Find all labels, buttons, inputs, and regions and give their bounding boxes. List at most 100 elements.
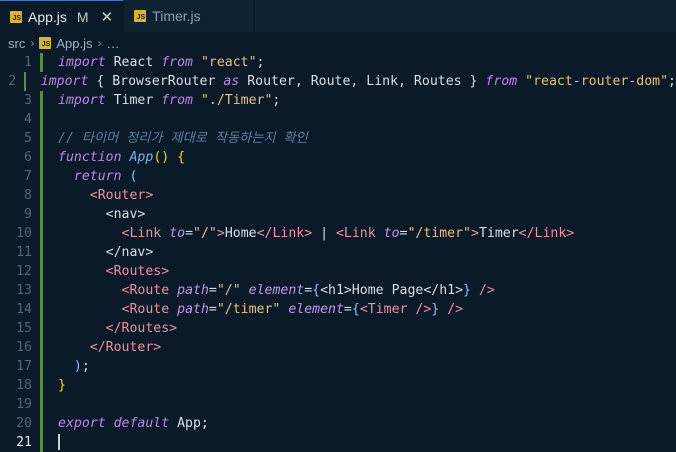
git-change-indicator [40,414,43,433]
line-number: 10 [16,226,32,241]
code-token: from [161,55,193,70]
code-token: { [312,283,321,298]
code-token: <Link [335,226,376,241]
code-text[interactable]: <Route path="/timer" element={<Timer />}… [58,300,464,319]
code-token: ( [129,169,138,184]
code-line[interactable]: 6 function App() { [0,148,676,167]
code-token: React [105,55,162,70]
code-token: Home [224,226,257,241]
git-change-indicator [24,72,26,91]
git-change-indicator [40,243,43,262]
code-text[interactable]: </nav> [58,243,154,262]
code-text[interactable]: // 타이머 정리가 제대로 작동하는지 확인 [58,129,308,148]
code-text[interactable]: <Routes> [58,262,170,281]
code-line[interactable]: 13 <Route path="/" element={<h1>Home Pag… [0,281,676,300]
code-token: = [343,302,352,317]
code-text[interactable]: function App() { [58,148,185,167]
code-token: () [153,150,170,165]
git-change-indicator [40,186,43,205]
code-text[interactable]: import React from "react"; [58,53,264,72]
code-text[interactable]: import { BrowserRouter as Router, Route,… [41,72,676,91]
code-text[interactable]: return ( [58,167,138,186]
code-token: </Router> [89,340,162,355]
code-line[interactable]: 5 // 타이머 정리가 제대로 작동하는지 확인 [0,129,676,148]
chevron-right-icon: › [30,36,35,50]
code-text[interactable]: <Route path="/" element={<h1>Home Page</… [58,281,495,300]
code-line[interactable]: 11 </nav> [0,243,676,262]
code-line[interactable]: 2 import { BrowserRouter as Router, Route… [0,72,676,91]
code-token: </Link> [256,226,313,241]
code-text[interactable]: import Timer from "./Timer"; [58,91,280,110]
code-token: export [58,416,106,431]
code-text[interactable] [58,433,60,452]
code-token: > [216,226,225,241]
line-number: 11 [16,245,32,260]
code-line[interactable]: 3 import Timer from "./Timer"; [0,91,676,110]
tab-timer-js[interactable]: JS Timer.js [124,0,256,32]
code-line[interactable]: 7 return ( [0,167,676,186]
line-number: 18 [16,378,32,393]
git-change-indicator [40,53,43,72]
line-number: 2 [8,74,17,89]
line-number: 7 [24,169,32,184]
code-token: <Route [121,302,170,317]
code-token: { [351,302,360,317]
tab-app-js[interactable]: JS App.js M ✕ [0,0,125,32]
line-number: 6 [24,150,32,165]
code-token: Timer [478,226,519,241]
code-token: from [485,74,518,89]
line-number: 19 [16,397,32,412]
git-change-indicator [40,338,43,357]
code-token: <Link [121,226,162,241]
code-line[interactable]: 10 <Link to="/">Home</Link> | <Link to="… [0,224,676,243]
code-line[interactable]: 4 [0,110,676,129]
breadcrumb-folder[interactable]: src [8,36,25,51]
code-line[interactable]: 12 <Routes> [0,262,676,281]
code-token: = [304,283,313,298]
code-text[interactable]: <Link to="/">Home</Link> | <Link to="/ti… [58,224,575,243]
breadcrumb-more[interactable]: … [106,36,119,51]
code-token: // 타이머 정리가 제대로 작동하는지 확인 [58,131,308,146]
line-number: 12 [16,264,32,279]
line-number: 3 [24,93,32,108]
code-line[interactable]: 14 <Route path="/timer" element={<Timer … [0,300,676,319]
code-line[interactable]: 21 [0,433,676,452]
line-number: 1 [24,55,32,70]
code-text[interactable]: } [58,376,66,395]
code-text[interactable]: </Router> [58,338,161,357]
code-line[interactable]: 18} [0,376,676,395]
git-change-indicator [40,376,43,395]
code-editor[interactable]: 1 import React from "react"; 2 import { Bro… [0,53,676,452]
code-line[interactable]: 19 [0,395,676,414]
code-token: App [129,150,154,165]
code-text[interactable]: </Routes> [58,319,177,338]
code-text[interactable]: ); [58,357,90,376]
close-tab-icon[interactable]: ✕ [101,8,114,26]
javascript-file-icon: JS [39,37,52,49]
code-line[interactable]: 17 ); [0,357,676,376]
code-text[interactable]: export default App; [58,414,209,433]
line-number: 8 [24,188,32,203]
code-token: ; [272,93,281,108]
git-change-indicator [40,110,43,129]
code-token: </Routes> [105,321,178,336]
code-line[interactable]: 9 <nav> [0,205,676,224]
code-line[interactable]: 15 </Routes> [0,319,676,338]
code-text[interactable]: <Router> [58,186,154,205]
code-line[interactable]: 1 import React from "react"; [0,53,676,72]
code-token: Timer [105,93,162,108]
code-line[interactable]: 20 export default App; [0,414,676,433]
code-line[interactable]: 16 </Router> [0,338,676,357]
breadcrumb-file[interactable]: App.js [56,36,92,51]
code-text[interactable]: <nav> [58,205,146,224]
code-line[interactable]: 8 <Router> [0,186,676,205]
